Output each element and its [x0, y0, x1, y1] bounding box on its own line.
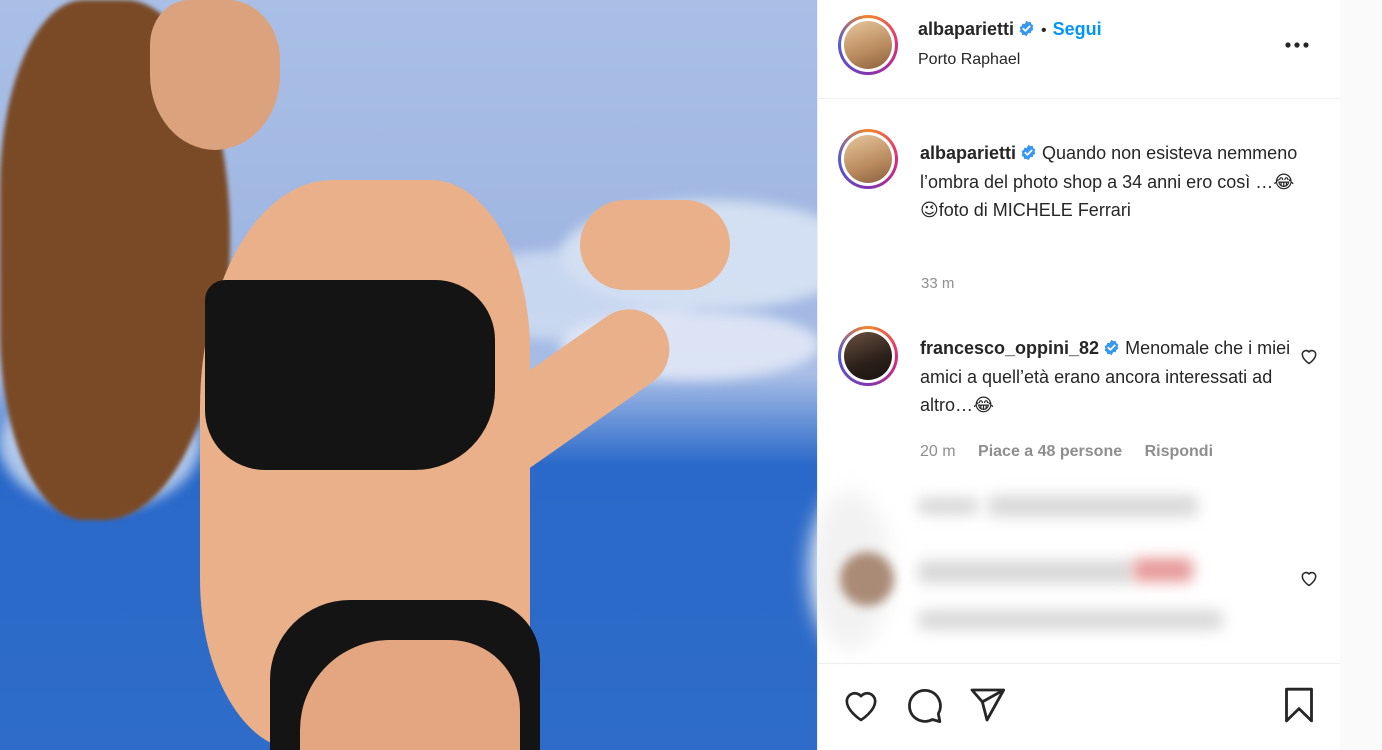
- post-image[interactable]: [0, 0, 817, 750]
- comment-like-heart-icon[interactable]: [1299, 568, 1319, 588]
- face-shape: [150, 0, 280, 150]
- location-link[interactable]: Porto Raphael: [918, 51, 1020, 69]
- caption-avatar[interactable]: [838, 129, 898, 189]
- header-author-line: albaparietti • Segui: [918, 19, 1102, 40]
- redacted-badge: [1133, 558, 1193, 582]
- bookmark-icon[interactable]: [1279, 685, 1319, 725]
- redacted-line: [988, 495, 1198, 517]
- redacted-avatar: [840, 552, 894, 606]
- heart-icon[interactable]: [841, 685, 881, 725]
- caption-username-link[interactable]: albaparietti: [920, 143, 1016, 163]
- follow-button[interactable]: Segui: [1053, 19, 1102, 39]
- page-gutter: [1340, 0, 1382, 750]
- comment-username-link[interactable]: francesco_oppini_82: [920, 338, 1099, 358]
- verified-badge-icon: [1104, 339, 1119, 356]
- author-username-link[interactable]: albaparietti: [918, 19, 1014, 39]
- comment-meta: 20 m Piace a 48 persone Rispondi: [920, 443, 1231, 461]
- comment-likes-link[interactable]: Piace a 48 persone: [978, 443, 1122, 460]
- redacted-line: [918, 610, 1223, 630]
- bikini-top-shape: [205, 280, 495, 470]
- comment-avatar[interactable]: [838, 326, 898, 386]
- send-icon[interactable]: [967, 685, 1007, 725]
- comment-block: francesco_oppini_82 Menomale che i miei …: [920, 334, 1310, 420]
- post-header: albaparietti • Segui Porto Raphael: [818, 0, 1341, 99]
- redacted-line: [918, 497, 978, 515]
- comment-icon[interactable]: [904, 685, 944, 725]
- reply-button[interactable]: Rispondi: [1145, 443, 1213, 460]
- separator-dot: •: [1041, 22, 1047, 39]
- verified-badge-icon: [1021, 144, 1036, 161]
- caption-block: albaparietti Quando non esisteva nemmeno…: [920, 139, 1310, 225]
- more-options-icon[interactable]: [1284, 33, 1310, 57]
- post-details-panel: albaparietti • Segui Porto Raphael albapar…: [810, 0, 1341, 750]
- comment-like-heart-icon[interactable]: [1299, 346, 1319, 366]
- verified-badge-icon: [1019, 20, 1034, 37]
- hand-shape: [580, 200, 730, 290]
- action-bar: [818, 663, 1341, 750]
- redacted-line: [918, 560, 1133, 584]
- caption-timestamp[interactable]: 33 m: [921, 275, 954, 292]
- comment-timestamp[interactable]: 20 m: [920, 443, 956, 460]
- author-avatar[interactable]: [838, 15, 898, 75]
